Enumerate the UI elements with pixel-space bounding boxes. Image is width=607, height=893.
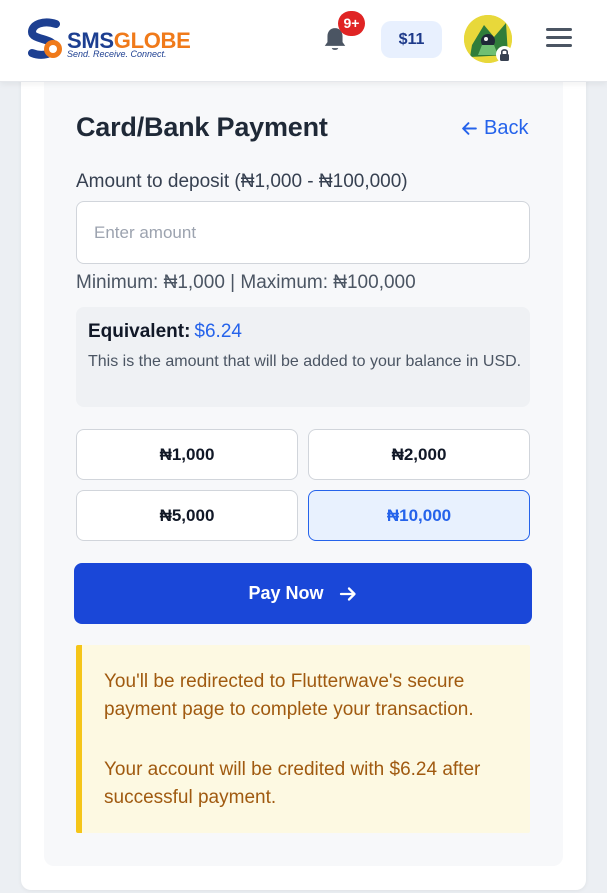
pay-now-label: Pay Now [248,583,324,603]
quick-amount-1000[interactable]: ₦1,000 [76,429,298,480]
equivalent-line: Equivalent: $6.24 [88,321,242,343]
quick-amount-10000[interactable]: ₦10,000 [308,490,530,541]
equivalent-label: Equivalent: [88,321,191,342]
back-label: Back [484,116,529,139]
equivalent-note: This is the amount that will be added to… [88,353,522,370]
logo-mark-icon [27,18,62,59]
pay-now-button[interactable]: Pay Now [74,563,532,624]
menu-icon[interactable] [546,28,572,50]
arrow-left-icon [462,121,477,135]
redirect-notice: You'll be redirected to Flutterwave's se… [76,645,530,833]
notice-redirect-text: You'll be redirected to Flutterwave's se… [104,671,474,720]
notice-credit-text: Your account will be credited with $6.24… [104,759,481,808]
back-link[interactable]: Back [461,116,528,140]
equivalent-box: Equivalent: $6.24 This is the amount that… [76,307,530,407]
quick-amount-5000[interactable]: ₦5,000 [76,490,298,541]
quick-amount-2000[interactable]: ₦2,000 [308,429,530,480]
page-title: Card/Bank Payment [76,112,328,142]
min-max-hint: Minimum: ₦1,000 | Maximum: ₦100,000 [76,272,416,293]
brand-logo[interactable]: SMSGLOBE Send. Receive. Connect. [26,18,196,66]
top-navbar: SMSGLOBE Send. Receive. Connect. 9+ $11 [0,0,607,82]
notification-badge: 9+ [338,11,365,36]
amount-label: Amount to deposit (₦1,000 - ₦100,000) [76,171,408,192]
lock-icon [496,46,513,63]
arrow-right-icon [339,586,356,601]
equivalent-value: $6.24 [194,321,242,342]
balance-pill[interactable]: $11 [381,21,442,58]
brand-tagline: Send. Receive. Connect. [67,49,167,59]
amount-input[interactable] [76,201,530,264]
